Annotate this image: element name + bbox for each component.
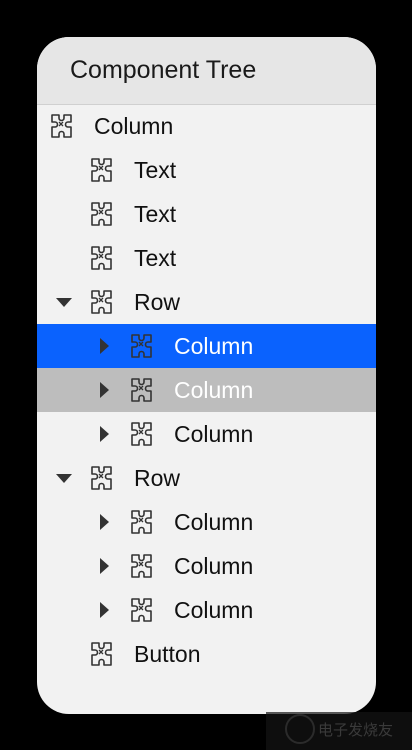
tree-row-label: Column — [94, 113, 174, 139]
puzzle-piece-icon — [129, 420, 157, 448]
tree-row-column[interactable]: Column — [37, 368, 376, 412]
tree-row-label: Column — [174, 509, 254, 535]
tree-row-label: Column — [174, 553, 254, 579]
disclosure-expanded-icon[interactable] — [53, 291, 75, 313]
disclosure-collapsed-icon[interactable] — [93, 335, 115, 357]
watermark-text: 电子发烧友 — [318, 722, 394, 739]
puzzle-piece-icon — [129, 596, 157, 624]
puzzle-piece-icon — [89, 640, 117, 668]
tree-row-text[interactable]: Text — [37, 148, 376, 192]
disclosure-collapsed-icon[interactable] — [93, 423, 115, 445]
tree-row-label: Column — [174, 333, 254, 359]
puzzle-piece-icon — [89, 200, 117, 228]
tree-row-row[interactable]: Row — [37, 456, 376, 500]
tree-row-column[interactable]: Column — [37, 588, 376, 632]
component-tree-panel: Component Tree Column Text Text Text Row Colu… — [37, 37, 376, 714]
puzzle-piece-icon — [89, 464, 117, 492]
puzzle-piece-icon — [89, 288, 117, 316]
tree-row-label: Column — [174, 597, 254, 623]
disclosure-collapsed-icon[interactable] — [93, 511, 115, 533]
puzzle-piece-icon — [129, 332, 157, 360]
tree-row-label: Column — [174, 377, 254, 403]
disclosure-collapsed-icon[interactable] — [93, 555, 115, 577]
tree-row-label: Row — [134, 289, 181, 315]
disclosure-expanded-icon[interactable] — [53, 467, 75, 489]
tree-row-label: Row — [134, 465, 181, 491]
puzzle-piece-icon — [89, 156, 117, 184]
tree-row-label: Text — [134, 157, 177, 183]
watermark-logo — [285, 714, 315, 744]
disclosure-collapsed-icon[interactable] — [93, 379, 115, 401]
tree-row-label: Column — [174, 421, 254, 447]
tree-row-column[interactable]: Column — [37, 544, 376, 588]
tree-row-text[interactable]: Text — [37, 236, 376, 280]
tree-row-column[interactable]: Column — [37, 412, 376, 456]
tree-row-label: Text — [134, 245, 177, 271]
tree-row-column[interactable]: Column — [37, 324, 376, 368]
tree-row-column[interactable]: Column — [37, 104, 376, 148]
tree-row-label: Text — [134, 201, 177, 227]
tree-row-button[interactable]: Button — [37, 632, 376, 676]
puzzle-piece-icon — [129, 508, 157, 536]
puzzle-piece-icon — [49, 112, 77, 140]
tree-row-text[interactable]: Text — [37, 192, 376, 236]
disclosure-collapsed-icon[interactable] — [93, 599, 115, 621]
puzzle-piece-icon — [89, 244, 117, 272]
tree-row-column[interactable]: Column — [37, 500, 376, 544]
tree-row-label: Button — [134, 641, 201, 667]
tree-row-row[interactable]: Row — [37, 280, 376, 324]
panel-title: Component Tree — [37, 37, 376, 105]
puzzle-piece-icon — [129, 376, 157, 404]
puzzle-piece-icon — [129, 552, 157, 580]
